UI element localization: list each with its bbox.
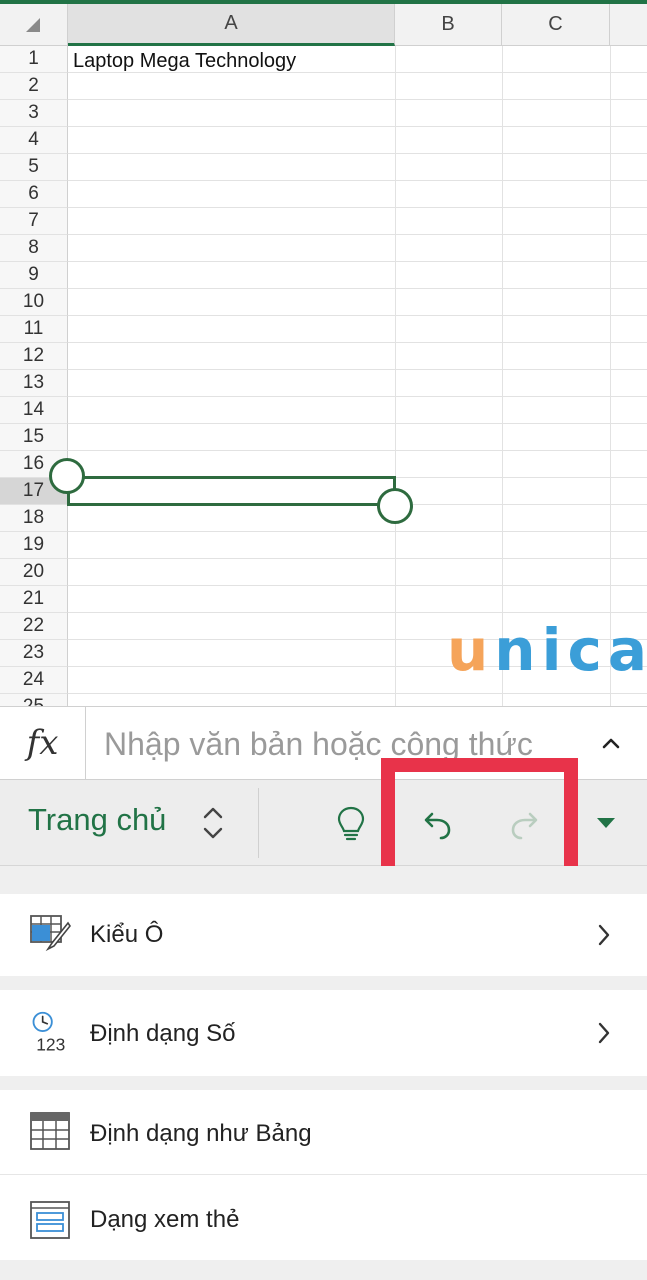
grid-line: [68, 234, 647, 235]
selection-handle-bottom-right[interactable]: [377, 488, 413, 524]
table-format-icon: [30, 1112, 70, 1150]
menu-item-format-as-table[interactable]: Định dạng như Bảng: [0, 1090, 647, 1174]
grid-line: [395, 46, 396, 706]
chevron-up-icon[interactable]: [596, 729, 626, 759]
row-header-22[interactable]: 22: [0, 613, 68, 640]
column-header-b[interactable]: B: [395, 4, 502, 46]
grid-line: [68, 612, 647, 613]
row-header-11[interactable]: 11: [0, 316, 68, 343]
selection-handle-top-left[interactable]: [49, 458, 85, 494]
fx-icon[interactable]: fx: [0, 707, 86, 779]
row-header-21[interactable]: 21: [0, 586, 68, 613]
number-format-icon: 123: [32, 1011, 65, 1054]
row-header-23[interactable]: 23: [0, 640, 68, 667]
grid-line: [68, 531, 647, 532]
row-header-2[interactable]: 2: [0, 73, 68, 100]
tab-switcher-icon[interactable]: [198, 802, 228, 844]
row-header-1[interactable]: 1: [0, 46, 68, 73]
row-header-13[interactable]: 13: [0, 370, 68, 397]
grid-line: [68, 315, 647, 316]
grid-line: [68, 153, 647, 154]
grid-line: [68, 342, 647, 343]
cell-a1[interactable]: Laptop Mega Technology: [73, 50, 296, 73]
grid-line: [68, 396, 647, 397]
cell-selection[interactable]: [67, 476, 396, 506]
grid-line: [68, 693, 647, 694]
grid-line: [68, 99, 647, 100]
menu-item-cell-style[interactable]: Kiểu Ô: [0, 894, 647, 976]
row-header-25[interactable]: 25: [0, 694, 68, 706]
select-all-icon: [26, 18, 40, 32]
row-header-10[interactable]: 10: [0, 289, 68, 316]
menu-item-card-view[interactable]: Dạng xem thẻ: [0, 1175, 647, 1260]
row-header-19[interactable]: 19: [0, 532, 68, 559]
row-header-18[interactable]: 18: [0, 505, 68, 532]
watermark-letter: a: [607, 616, 647, 684]
row-header-6[interactable]: 6: [0, 181, 68, 208]
dropdown-icon[interactable]: [597, 818, 615, 828]
card-view-icon: [30, 1201, 70, 1239]
column-header-partial[interactable]: [610, 4, 647, 46]
toolbar-divider: [258, 788, 259, 858]
grid-line: [502, 46, 503, 706]
grid-line: [68, 423, 647, 424]
select-all-corner[interactable]: [0, 4, 68, 46]
section-gap: [0, 976, 647, 990]
lightbulb-icon[interactable]: [330, 802, 372, 844]
grid-line: [68, 180, 647, 181]
row-header-5[interactable]: 5: [0, 154, 68, 181]
tab-home[interactable]: Trang chủ: [28, 802, 166, 838]
chevron-right-icon: [598, 924, 610, 946]
row-header-14[interactable]: 14: [0, 397, 68, 424]
grid-line: [68, 369, 647, 370]
grid-line: [68, 126, 647, 127]
watermark-letter: u: [447, 616, 495, 684]
menu-item-label: Dạng xem thẻ: [90, 1206, 240, 1233]
chevron-right-icon: [598, 1022, 610, 1044]
column-header-c[interactable]: C: [502, 4, 610, 46]
grid-line: [68, 207, 647, 208]
number-format-icon-text: 123: [36, 1034, 65, 1054]
section-gap: [0, 1076, 647, 1090]
section-gap: [0, 1260, 647, 1280]
menu-item-number-format[interactable]: 123 Định dạng Số: [0, 990, 647, 1076]
grid-line: [610, 46, 611, 706]
column-header-a[interactable]: A: [68, 4, 395, 46]
row-header-12[interactable]: 12: [0, 343, 68, 370]
grid-line: [68, 558, 647, 559]
grid-line: [68, 450, 647, 451]
row-header-24[interactable]: 24: [0, 667, 68, 694]
watermark-letter: c: [567, 616, 608, 684]
row-header-9[interactable]: 9: [0, 262, 68, 289]
menu-item-label: Định dạng Số: [90, 1020, 236, 1047]
row-header-8[interactable]: 8: [0, 235, 68, 262]
menu-item-label: Kiểu Ô: [90, 921, 164, 948]
row-header-3[interactable]: 3: [0, 100, 68, 127]
menu-item-label: Định dạng như Bảng: [90, 1120, 312, 1147]
grid-line: [68, 261, 647, 262]
watermark-letter: n: [494, 616, 542, 684]
grid-line: [68, 288, 647, 289]
section-gap: [0, 866, 647, 894]
row-header-4[interactable]: 4: [0, 127, 68, 154]
spreadsheet-grid[interactable]: A B C 1 2 3 4 5 6 7 8 9 10 11 12 13 14 15 16 17 18 19 20 21 2…: [0, 4, 647, 706]
row-header-15[interactable]: 15: [0, 424, 68, 451]
cell-style-icon: [30, 915, 71, 952]
row-header-20[interactable]: 20: [0, 559, 68, 586]
row-header-7[interactable]: 7: [0, 208, 68, 235]
grid-line: [68, 585, 647, 586]
unica-watermark: unica: [447, 616, 647, 684]
watermark-letter: i: [541, 616, 568, 684]
